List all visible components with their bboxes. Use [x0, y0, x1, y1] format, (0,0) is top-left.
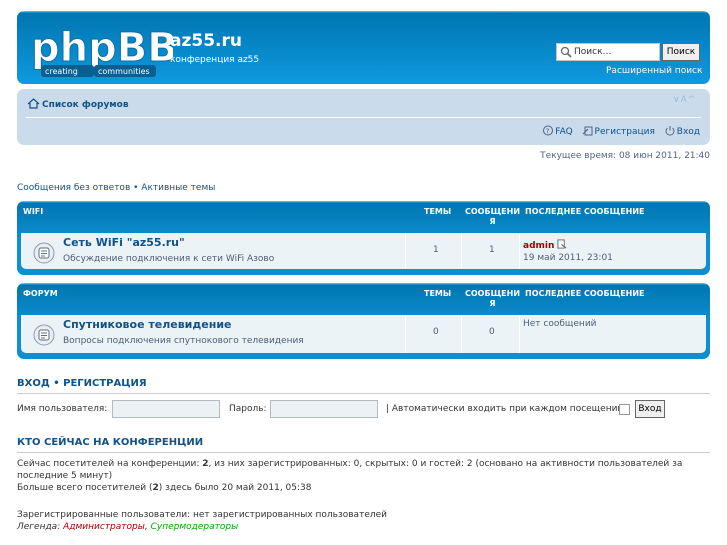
topics-count: 0 [433, 327, 439, 337]
column-divider [519, 233, 520, 269]
logo-tagline-communities: communities [98, 67, 150, 76]
last-post-author[interactable]: admin [523, 241, 554, 251]
faq-label: FAQ [555, 127, 573, 137]
posts-count: 0 [489, 327, 495, 337]
forum-description: Вопросы подключения спутнокового телевид… [63, 336, 304, 346]
category-forum: ФОРУМ ТЕМЫ СООБЩЕНИ Я ПОСЛЕДНЕЕ СООБЩЕНИЕ… [17, 283, 710, 359]
last-post-empty: Нет сообщений [523, 319, 597, 329]
registered-users: Зарегистрированные пользователи: нет зар… [17, 510, 387, 520]
col-topics: ТЕМЫ [424, 289, 452, 298]
column-divider [405, 315, 406, 353]
advanced-search-link[interactable]: Расширенный поиск [606, 66, 702, 76]
col-topics: ТЕМЫ [424, 207, 452, 216]
login-button[interactable]: Вход [635, 400, 665, 418]
view-latest-post-icon[interactable] [557, 239, 567, 249]
forum-row: Сеть WiFi "az55.ru" Обсуждение подключен… [21, 233, 706, 269]
forum-title[interactable]: Спутниковое телевидение [63, 318, 232, 331]
register-link[interactable]: Регистрация [582, 126, 658, 137]
search-icon [560, 46, 572, 58]
register-label: Регистрация [594, 127, 655, 137]
current-time: Текущее время: 08 июн 2011, 21:40 [540, 151, 710, 161]
site-description: конференция az55 [170, 55, 260, 65]
register-title-link[interactable]: РЕГИСТРАЦИЯ [63, 378, 146, 389]
last-post-date: 19 май 2011, 23:01 [523, 253, 613, 263]
login-divider [17, 392, 710, 394]
svg-text:phpBB: phpBB [31, 25, 173, 71]
forum-description: Обсуждение подключения к сети WiFi Азово [63, 254, 275, 264]
online-divider [17, 451, 710, 453]
site-header: phpBB creating communities az55.ru конфе… [17, 11, 710, 84]
login-label: Вход [676, 127, 700, 137]
unanswered-posts-link[interactable]: Сообщения без ответов [17, 183, 130, 193]
login-title-separator: • [49, 378, 64, 389]
col-last-post: ПОСЛЕДНЕЕ СООБЩЕНИЕ [525, 207, 645, 216]
active-topics-link[interactable]: Активные темы [141, 183, 215, 193]
search-button[interactable]: Поиск [662, 43, 700, 61]
column-divider [405, 233, 406, 269]
forum-list-label: Список форумов [42, 100, 129, 110]
category-title[interactable]: ФОРУМ [23, 289, 58, 298]
autologin-label: | Автоматически входить при каждом посещ… [386, 404, 624, 414]
posts-count: 1 [489, 245, 495, 255]
forum-read-icon [33, 242, 55, 264]
column-divider [519, 315, 520, 353]
login-link[interactable]: Вход [664, 126, 700, 137]
site-name[interactable]: az55.ru [170, 31, 242, 51]
power-icon [665, 126, 675, 136]
col-last-post: ПОСЛЕДНЕЕ СООБЩЕНИЕ [525, 289, 645, 298]
faq-icon: ? [543, 125, 554, 136]
search-placeholder: Поиск… [574, 47, 612, 57]
font-size-change[interactable]: ∨A^ [673, 95, 696, 105]
category-title[interactable]: WIFI [23, 207, 43, 216]
login-section-title: ВХОД • РЕГИСТРАЦИЯ [17, 378, 147, 389]
home-icon [27, 98, 40, 109]
category-header: ФОРУМ ТЕМЫ СООБЩЕНИ Я ПОСЛЕДНЕЕ СООБЩЕНИЕ [17, 283, 710, 308]
category-header: WIFI ТЕМЫ СООБЩЕНИ Я ПОСЛЕДНЕЕ СООБЩЕНИЕ [17, 201, 710, 226]
col-posts: СООБЩЕНИ Я [465, 289, 521, 308]
search-input[interactable]: Поиск… [556, 43, 660, 61]
legend-mods-link[interactable]: Супермодераторы [151, 522, 239, 532]
navbar-divider [26, 117, 701, 118]
faq-link[interactable]: ? FAQ [542, 125, 575, 137]
forum-row: Спутниковое телевидение Вопросы подключе… [21, 315, 706, 353]
password-field[interactable] [270, 400, 378, 418]
forum-list-link[interactable]: Список форумов [27, 98, 129, 110]
username-field[interactable] [112, 400, 220, 418]
online-stats: Сейчас посетителей на конференции: 2, из… [17, 459, 683, 493]
nav-links: ? FAQ Регистрация Вход [536, 125, 700, 137]
password-label: Пароль: [229, 404, 267, 414]
legend-admins-link[interactable]: Администраторы [63, 522, 145, 532]
topics-count: 1 [433, 245, 439, 255]
logo-tagline-creating: creating [45, 67, 78, 76]
quick-links: Сообщения без ответов • Активные темы [17, 183, 215, 193]
autologin-checkbox[interactable] [619, 404, 630, 415]
login-title-link[interactable]: ВХОД [17, 378, 50, 389]
forum-title[interactable]: Сеть WiFi "az55.ru" [63, 236, 185, 249]
forum-read-icon [33, 324, 55, 346]
svg-text:?: ? [546, 128, 550, 136]
register-icon [582, 126, 593, 136]
username-label: Имя пользователя: [17, 404, 108, 414]
online-section-title: КТО СЕЙЧАС НА КОНФЕРЕНЦИИ [17, 437, 204, 448]
quick-links-separator: • [130, 183, 142, 193]
column-divider [461, 233, 462, 269]
navbar: Список форумов ∨A^ ? FAQ Регистрация Вход [17, 89, 710, 145]
col-posts: СООБЩЕНИ Я [465, 207, 521, 226]
category-wifi: WIFI ТЕМЫ СООБЩЕНИ Я ПОСЛЕДНЕЕ СООБЩЕНИЕ … [17, 201, 710, 275]
legend: Легенда: Администраторы, Супермодераторы [17, 522, 239, 532]
column-divider [461, 315, 462, 353]
last-post-info: admin 19 май 2011, 23:01 [523, 239, 613, 263]
